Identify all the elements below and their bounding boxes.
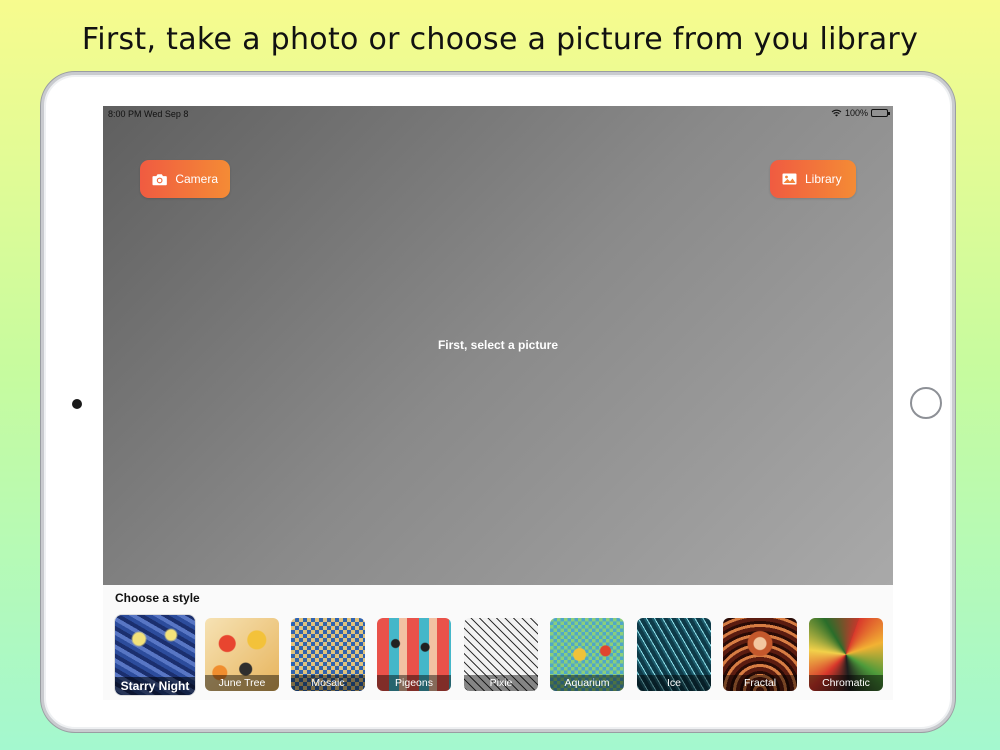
style-label: Ice: [637, 675, 711, 691]
style-panel: Choose a style Starry Night June Tree Mo…: [103, 585, 893, 700]
style-thumb-ice[interactable]: Ice: [637, 618, 711, 691]
style-panel-title: Choose a style: [115, 591, 200, 605]
style-thumbnails: Starry Night June Tree Mosaic Pigeons Pi…: [115, 615, 890, 696]
camera-button[interactable]: Camera: [140, 160, 230, 198]
style-thumb-mosaic[interactable]: Mosaic: [291, 618, 365, 691]
style-thumb-aquarium[interactable]: Aquarium: [550, 618, 624, 691]
style-thumb-june-tree[interactable]: June Tree: [205, 618, 279, 691]
status-time: 8:00 PM Wed Sep 8: [108, 109, 189, 119]
home-button[interactable]: [910, 387, 942, 419]
library-button-label: Library: [805, 172, 842, 186]
camera-button-label: Camera: [175, 172, 218, 186]
style-label: Fractal: [723, 675, 797, 691]
battery-icon: [871, 109, 890, 117]
style-thumb-fractal[interactable]: Fractal: [723, 618, 797, 691]
style-label: Starry Night: [115, 677, 195, 695]
page-headline: First, take a photo or choose a picture …: [81, 22, 919, 57]
style-thumb-chromatic[interactable]: Chromatic: [809, 618, 883, 691]
camera-icon: [152, 173, 167, 185]
photo-preview-area[interactable]: 8:00 PM Wed Sep 8 100% Camera Library Fi…: [103, 106, 893, 585]
app-screen: 8:00 PM Wed Sep 8 100% Camera Library Fi…: [103, 106, 893, 700]
style-label: Pigeons: [377, 675, 451, 691]
style-thumb-starry-night[interactable]: Starry Night: [115, 615, 195, 695]
style-thumb-pixie[interactable]: Pixie: [464, 618, 538, 691]
style-thumb-pigeons[interactable]: Pigeons: [377, 618, 451, 691]
library-button[interactable]: Library: [770, 160, 856, 198]
front-camera-dot: [72, 399, 82, 409]
style-label: June Tree: [205, 675, 279, 691]
battery-percent: 100%: [844, 108, 868, 118]
style-label: Mosaic: [291, 675, 365, 691]
wifi-icon: [831, 109, 842, 117]
photo-library-icon: [782, 173, 797, 185]
style-label: Aquarium: [550, 675, 624, 691]
select-picture-message: First, select a picture: [437, 338, 559, 352]
status-right: 100%: [831, 108, 890, 118]
status-bar: 8:00 PM Wed Sep 8 100%: [103, 106, 893, 122]
style-label: Chromatic: [809, 675, 883, 691]
style-label: Pixie: [464, 675, 538, 691]
